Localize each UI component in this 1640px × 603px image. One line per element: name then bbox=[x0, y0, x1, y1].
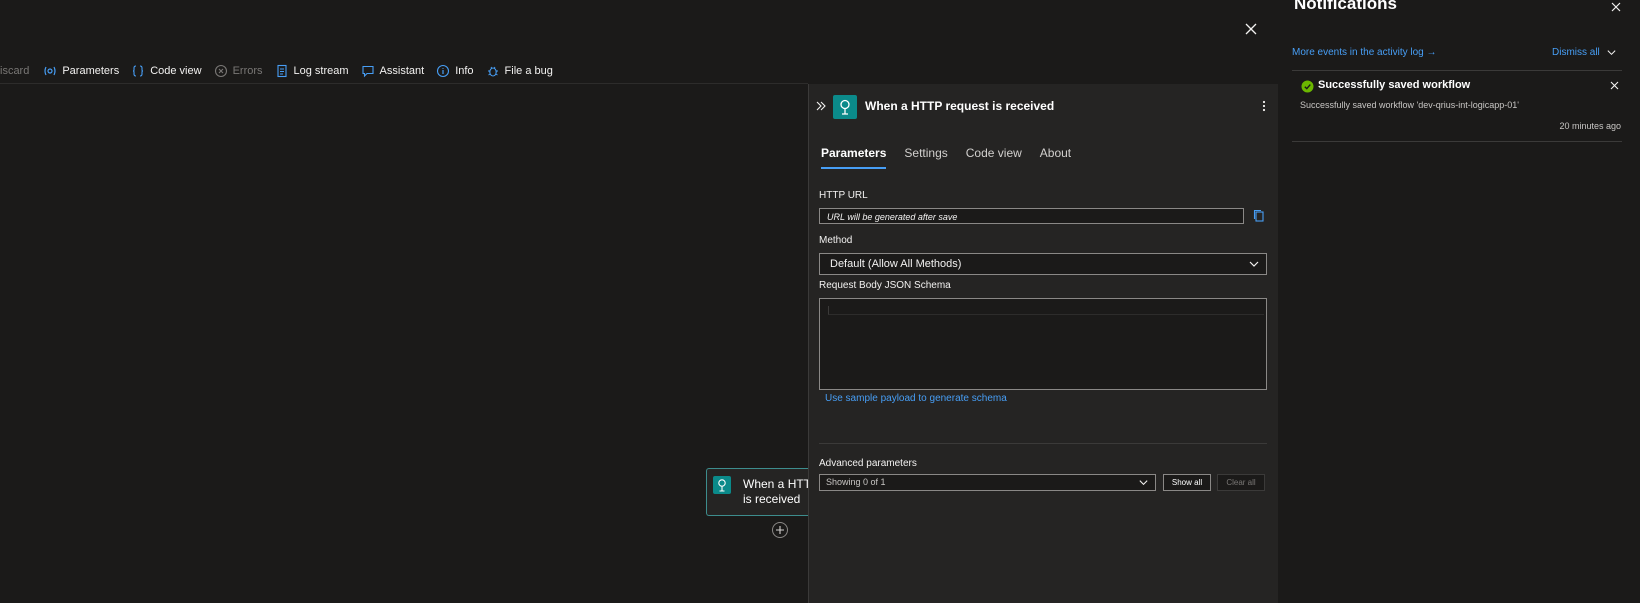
discard-button[interactable]: iscard bbox=[0, 65, 29, 77]
file-bug-label: File a bug bbox=[504, 65, 553, 77]
method-dropdown[interactable]: Default (Allow All Methods) bbox=[819, 253, 1267, 275]
schema-editor[interactable] bbox=[819, 298, 1267, 390]
node-details-panel: When a HTTP request is received Paramete… bbox=[808, 84, 1279, 603]
method-value: Default (Allow All Methods) bbox=[830, 258, 962, 270]
notification-timestamp: 20 minutes ago bbox=[1559, 121, 1621, 131]
tab-parameters[interactable]: Parameters bbox=[821, 146, 887, 169]
dismiss-all-label: Dismiss all bbox=[1552, 47, 1600, 58]
more-options-icon[interactable] bbox=[1261, 99, 1267, 113]
advanced-params-label: Advanced parameters bbox=[819, 458, 917, 469]
panel-title: When a HTTP request is received bbox=[865, 99, 1055, 113]
bug-icon bbox=[486, 64, 500, 78]
http-url-label: HTTP URL bbox=[819, 190, 868, 201]
parameters-icon bbox=[43, 64, 57, 78]
parameters-button[interactable]: Parameters bbox=[43, 64, 119, 78]
close-designer-icon[interactable] bbox=[1240, 18, 1262, 40]
tab-code-view[interactable]: Code view bbox=[966, 146, 1022, 169]
chat-bubble-icon bbox=[361, 64, 375, 78]
editor-line bbox=[828, 306, 1264, 315]
chevron-down-icon bbox=[1606, 47, 1617, 58]
info-button[interactable]: Info bbox=[436, 64, 474, 78]
sample-payload-link[interactable]: Use sample payload to generate schema bbox=[825, 393, 1007, 404]
parameters-label: Parameters bbox=[62, 65, 120, 77]
error-circle-icon bbox=[214, 64, 228, 78]
errors-button[interactable]: Errors bbox=[214, 64, 263, 78]
clear-all-button[interactable]: Clear all bbox=[1217, 474, 1265, 491]
dismiss-all-button[interactable]: Dismiss all bbox=[1552, 47, 1617, 58]
braces-icon bbox=[131, 64, 145, 78]
info-label: Info bbox=[455, 65, 474, 77]
advanced-params-dropdown[interactable]: Showing 0 of 1 bbox=[819, 474, 1156, 491]
trigger-node-card[interactable]: When a HTTP is received bbox=[706, 468, 809, 516]
tab-settings[interactable]: Settings bbox=[904, 146, 947, 169]
notification-title: Successfully saved workflow bbox=[1318, 79, 1471, 91]
panel-tabs: Parameters Settings Code view About bbox=[821, 146, 1071, 169]
assistant-label: Assistant bbox=[379, 65, 425, 77]
success-check-icon bbox=[1301, 80, 1314, 93]
collapse-panel-icon[interactable] bbox=[815, 100, 827, 112]
trigger-node-title: When a HTTP is received bbox=[743, 477, 809, 507]
notification-item-divider bbox=[1292, 141, 1622, 142]
notifications-divider bbox=[1292, 70, 1622, 71]
info-icon bbox=[436, 64, 450, 78]
log-stream-label: Log stream bbox=[293, 65, 349, 77]
chevron-down-icon bbox=[1138, 477, 1149, 488]
http-url-field[interactable]: URL will be generated after save bbox=[819, 208, 1244, 224]
notification-message: Successfully saved workflow 'dev-qrius-i… bbox=[1300, 100, 1520, 110]
tab-about[interactable]: About bbox=[1040, 146, 1071, 169]
activity-log-link[interactable]: More events in the activity log → bbox=[1292, 47, 1437, 58]
assistant-button[interactable]: Assistant bbox=[361, 64, 425, 78]
notifications-title: Notifications bbox=[1294, 0, 1397, 13]
code-view-button[interactable]: Code view bbox=[131, 64, 202, 78]
file-bug-button[interactable]: File a bug bbox=[486, 64, 553, 78]
show-all-button[interactable]: Show all bbox=[1163, 474, 1211, 491]
notifications-pane: Notifications More events in the activit… bbox=[1278, 0, 1640, 603]
errors-label: Errors bbox=[232, 65, 263, 77]
add-step-icon[interactable] bbox=[771, 521, 789, 539]
schema-label: Request Body JSON Schema bbox=[819, 280, 951, 291]
chevron-down-icon bbox=[1248, 258, 1260, 270]
http-request-icon bbox=[713, 476, 731, 494]
log-stream-button[interactable]: Log stream bbox=[275, 64, 349, 78]
copy-icon[interactable] bbox=[1251, 208, 1267, 224]
designer-toolbar: iscard Parameters Code view Errors Log s… bbox=[0, 60, 565, 82]
method-label: Method bbox=[819, 235, 853, 246]
log-document-icon bbox=[275, 64, 289, 78]
close-notifications-icon[interactable] bbox=[1609, 0, 1623, 14]
trigger-node-line1: When a HTTP bbox=[743, 477, 809, 491]
dismiss-notification-icon[interactable] bbox=[1609, 80, 1620, 91]
panel-http-request-icon bbox=[833, 95, 857, 119]
toolbar-divider bbox=[0, 83, 808, 84]
code-view-label: Code view bbox=[150, 65, 202, 77]
trigger-node-line2: is received bbox=[743, 492, 801, 506]
advanced-params-value: Showing 0 of 1 bbox=[826, 477, 886, 487]
section-divider bbox=[819, 443, 1267, 444]
discard-label: iscard bbox=[0, 65, 30, 77]
